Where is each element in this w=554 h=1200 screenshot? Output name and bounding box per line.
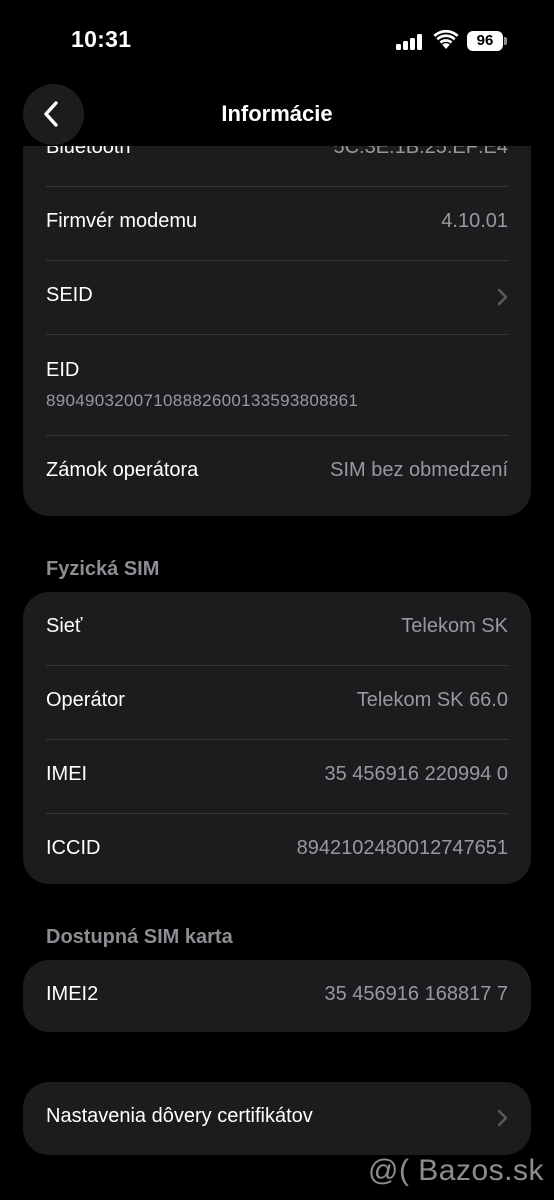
- network-row: Sieť Telekom SK: [46, 592, 508, 666]
- imei2-value[interactable]: 35 456916 168817 7: [324, 983, 508, 1006]
- settings-list[interactable]: Bluetooth 5C:3E:1B:25:EF:E4 Firmvér mode…: [0, 146, 554, 1200]
- chevron-right-icon: [497, 288, 508, 306]
- eid-row: EID 89049032007108882600133593808861: [46, 335, 508, 436]
- bluetooth-value[interactable]: 5C:3E:1B:25:EF:E4: [333, 146, 508, 159]
- modem-firmware-row: Firmvér modemu 4.10.01: [46, 187, 508, 261]
- device-info-card: Bluetooth 5C:3E:1B:25:EF:E4 Firmvér mode…: [23, 146, 531, 516]
- seid-label: SEID: [46, 284, 93, 306]
- physical-sim-card: Sieť Telekom SK Operátor Telekom SK 66.0…: [23, 592, 531, 884]
- carrier-row: Operátor Telekom SK 66.0: [46, 666, 508, 740]
- network-label: Sieť: [46, 615, 83, 637]
- status-bar: 10:31 96: [0, 0, 554, 84]
- battery-cap: [504, 37, 507, 45]
- bluetooth-row: Bluetooth 5C:3E:1B:25:EF:E4: [46, 146, 508, 187]
- battery-level: 96: [467, 31, 503, 51]
- imei2-row: IMEI2 35 456916 168817 7: [46, 960, 508, 1033]
- imei2-label: IMEI2: [46, 983, 99, 1005]
- carrier-value[interactable]: Telekom SK 66.0: [357, 689, 508, 712]
- eid-label: EID: [46, 359, 80, 381]
- imei-row: IMEI 35 456916 220994 0: [46, 740, 508, 814]
- cellular-signal-icon: [396, 34, 426, 50]
- certificate-card: Nastavenia dôvery certifikátov: [23, 1082, 531, 1155]
- modem-firmware-value[interactable]: 4.10.01: [441, 210, 508, 233]
- wifi-icon: [433, 29, 459, 50]
- certificate-trust-settings-label: Nastavenia dôvery certifikátov: [46, 1105, 313, 1127]
- carrier-lock-value: SIM bez obmedzení: [330, 459, 508, 481]
- iccid-label: ICCID: [46, 837, 101, 859]
- eid-value[interactable]: 89049032007108882600133593808861: [46, 391, 358, 411]
- carrier-lock-label: Zámok operátora: [46, 459, 199, 481]
- chevron-right-icon: [497, 1109, 508, 1127]
- seid-row[interactable]: SEID: [46, 261, 508, 335]
- carrier-label: Operátor: [46, 689, 125, 711]
- carrier-lock-row: Zámok operátora SIM bez obmedzení: [46, 436, 508, 509]
- certificate-trust-settings-row[interactable]: Nastavenia dôvery certifikátov: [46, 1082, 508, 1155]
- available-sim-header: Dostupná SIM karta: [46, 926, 233, 948]
- battery-icon: 96: [467, 31, 507, 51]
- imei-label: IMEI: [46, 763, 88, 785]
- iccid-row: ICCID 8942102480012747651: [46, 814, 508, 887]
- navigation-bar: Informácie: [0, 84, 554, 146]
- network-value: Telekom SK: [401, 615, 508, 637]
- physical-sim-header: Fyzická SIM: [46, 558, 160, 580]
- bluetooth-label: Bluetooth: [46, 146, 131, 158]
- imei-value[interactable]: 35 456916 220994 0: [324, 763, 508, 786]
- status-time: 10:31: [71, 26, 132, 52]
- modem-firmware-label: Firmvér modemu: [46, 210, 198, 232]
- page-title: Informácie: [221, 101, 333, 126]
- watermark: @( Bazos.sk: [368, 1154, 544, 1187]
- iccid-value[interactable]: 8942102480012747651: [297, 837, 508, 860]
- available-sim-card: IMEI2 35 456916 168817 7: [23, 960, 531, 1032]
